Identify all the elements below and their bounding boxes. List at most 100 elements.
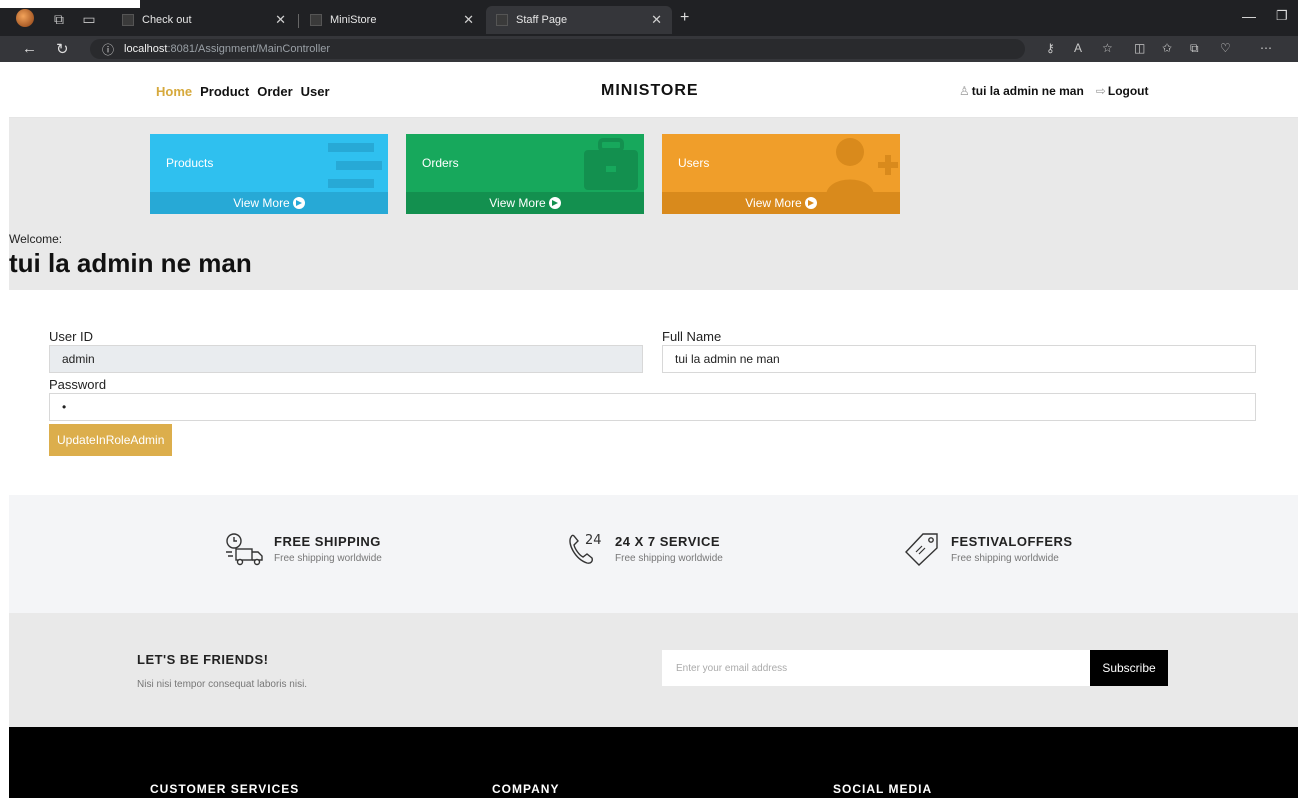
read-aloud-icon[interactable]: A bbox=[1074, 41, 1082, 55]
url-path: :8081/Assignment/MainController bbox=[167, 43, 331, 55]
reload-icon[interactable]: ↻ bbox=[56, 40, 69, 58]
tab-title: Check out bbox=[142, 14, 192, 26]
svg-text:24: 24 bbox=[585, 533, 602, 548]
arrow-circle-right-icon bbox=[548, 197, 561, 209]
user-plus-icon bbox=[826, 138, 898, 196]
page-viewport: Home Product Order User MINISTORE ♙ tui l… bbox=[9, 62, 1298, 798]
briefcase-icon bbox=[584, 138, 638, 190]
feature-subtitle: Free shipping worldwide bbox=[274, 553, 382, 564]
newsletter-title: LET'S BE FRIENDS! bbox=[137, 652, 269, 667]
welcome-name: tui la admin ne man bbox=[9, 248, 252, 278]
back-arrow-icon[interactable]: ← bbox=[22, 40, 37, 57]
view-more-label: View More bbox=[233, 196, 290, 210]
card-label: Orders bbox=[422, 156, 459, 170]
orders-card[interactable]: Orders View More bbox=[406, 134, 644, 214]
more-options-icon[interactable]: ⋯ bbox=[1260, 41, 1272, 55]
workspaces-icon[interactable]: ⧉ bbox=[50, 10, 68, 28]
main-nav: Home Product Order User bbox=[156, 84, 330, 99]
arrow-circle-right-icon bbox=[804, 197, 817, 209]
feature-title: FREE SHIPPING bbox=[274, 534, 381, 549]
browser-tab-strip: ⧉ ▭ Check out ✕ MiniStore ✕ Staff Page ✕… bbox=[0, 0, 1298, 36]
update-in-role-admin-button[interactable]: UpdateInRoleAdmin bbox=[49, 424, 173, 456]
feature-title: 24 X 7 SERVICE bbox=[615, 534, 721, 549]
view-more-label: View More bbox=[745, 196, 802, 210]
footer-heading-customer-services: CUSTOMER SERVICES bbox=[150, 782, 300, 796]
feature-24x7-service: 24 24 X 7 SERVICE Free shipping worldwid… bbox=[565, 531, 723, 567]
feature-free-shipping: FREE SHIPPING Free shipping worldwide bbox=[224, 531, 382, 567]
welcome-label: Welcome: bbox=[9, 232, 63, 246]
full-name-field[interactable] bbox=[662, 345, 1256, 373]
split-screen-icon[interactable]: ◫ bbox=[1134, 41, 1145, 55]
password-field[interactable] bbox=[49, 393, 1256, 421]
user-update-form: User ID Full Name Password UpdateInRoleA… bbox=[9, 290, 1298, 495]
view-more-link[interactable]: View More bbox=[662, 192, 900, 214]
site-footer: CUSTOMER SERVICES COMPANY SOCIAL MEDIA bbox=[9, 727, 1298, 798]
user-link[interactable]: ♙ tui la admin ne man bbox=[959, 84, 1084, 98]
browser-essentials-icon[interactable]: ♡ bbox=[1220, 41, 1231, 55]
feature-title: FESTIVALOFFERS bbox=[951, 534, 1073, 549]
logout-link[interactable]: ⇨ Logout bbox=[1096, 84, 1149, 98]
tab-ministore[interactable]: MiniStore ✕ bbox=[300, 6, 484, 34]
close-tab-icon[interactable]: ✕ bbox=[275, 12, 286, 28]
newsletter-subtitle: Nisi nisi tempor consequat laboris nisi. bbox=[137, 679, 308, 690]
tab-check-out[interactable]: Check out ✕ bbox=[112, 6, 296, 34]
card-label: Products bbox=[166, 156, 214, 170]
users-card[interactable]: Users View More bbox=[662, 134, 900, 214]
arrow-circle-right-icon bbox=[292, 197, 305, 209]
logout-label: Logout bbox=[1107, 84, 1149, 98]
url-host: localhost bbox=[124, 43, 168, 55]
nav-user[interactable]: User bbox=[301, 84, 330, 99]
profile-avatar-icon[interactable] bbox=[16, 9, 34, 27]
nav-home[interactable]: Home bbox=[156, 84, 192, 99]
logout-icon: ⇨ bbox=[1095, 84, 1106, 98]
tab-staff-page[interactable]: Staff Page ✕ bbox=[486, 6, 672, 34]
nav-order[interactable]: Order bbox=[257, 84, 292, 99]
favicon-icon bbox=[122, 14, 134, 26]
favicon-icon bbox=[310, 14, 322, 26]
full-name-label: Full Name bbox=[662, 329, 722, 344]
feature-subtitle: Free shipping worldwide bbox=[615, 553, 723, 564]
feature-subtitle: Free shipping worldwide bbox=[951, 553, 1059, 564]
favicon-icon bbox=[496, 14, 508, 26]
minimize-window-icon[interactable]: — bbox=[1242, 8, 1256, 24]
nav-product[interactable]: Product bbox=[200, 84, 249, 99]
key-icon[interactable]: ⚷ bbox=[1046, 41, 1055, 55]
view-more-link[interactable]: View More bbox=[150, 192, 388, 214]
close-tab-icon[interactable]: ✕ bbox=[651, 12, 662, 28]
user-id-field[interactable] bbox=[49, 345, 643, 373]
user-id-label: User ID bbox=[49, 329, 94, 344]
feature-festival-offers: FESTIVALOFFERS Free shipping worldwide bbox=[901, 531, 1073, 567]
tab-actions-icon[interactable]: ▭ bbox=[80, 10, 98, 28]
browser-toolbar: ← ↻ ⓘ localhost :8081/Assignment/MainCon… bbox=[0, 36, 1298, 62]
tab-title: MiniStore bbox=[330, 14, 377, 26]
screen: ⧉ ▭ Check out ✕ MiniStore ✕ Staff Page ✕… bbox=[0, 0, 1298, 798]
user-icon: ♙ bbox=[959, 84, 970, 98]
view-more-link[interactable]: View More bbox=[406, 192, 644, 214]
site-header: Home Product Order User MINISTORE ♙ tui l… bbox=[9, 62, 1298, 118]
password-label: Password bbox=[49, 377, 107, 392]
card-label: Users bbox=[678, 156, 710, 170]
delivery-truck-icon bbox=[226, 533, 263, 566]
restore-window-icon[interactable]: ❐ bbox=[1276, 8, 1288, 24]
tab-title: Staff Page bbox=[516, 14, 568, 26]
footer-heading-social-media: SOCIAL MEDIA bbox=[833, 782, 933, 796]
favorite-star-icon[interactable]: ☆ bbox=[1102, 41, 1113, 55]
newsletter-section: LET'S BE FRIENDS! Nisi nisi tempor conse… bbox=[9, 613, 1298, 727]
address-bar[interactable]: ⓘ localhost :8081/Assignment/MainControl… bbox=[90, 39, 1025, 59]
email-field[interactable] bbox=[662, 650, 1090, 686]
close-tab-icon[interactable]: ✕ bbox=[463, 12, 474, 28]
subscribe-button[interactable]: Subscribe bbox=[1090, 650, 1168, 686]
phone-24-icon: 24 bbox=[569, 533, 602, 564]
site-info-icon[interactable]: ⓘ bbox=[102, 41, 114, 58]
tab-divider bbox=[298, 14, 299, 28]
new-tab-icon[interactable]: + bbox=[680, 9, 689, 27]
list-icon bbox=[328, 143, 382, 188]
price-tag-icon bbox=[905, 533, 938, 566]
footer-heading-company: COMPANY bbox=[492, 782, 560, 796]
favorites-icon[interactable]: ✩ bbox=[1162, 41, 1172, 55]
collections-icon[interactable]: ⧉ bbox=[1190, 41, 1199, 56]
products-card[interactable]: Products View More bbox=[150, 134, 388, 214]
dashboard-band: Products View More Orders View More User… bbox=[9, 118, 1298, 290]
view-more-label: View More bbox=[489, 196, 546, 210]
brand-logo[interactable]: MINISTORE bbox=[601, 82, 699, 100]
